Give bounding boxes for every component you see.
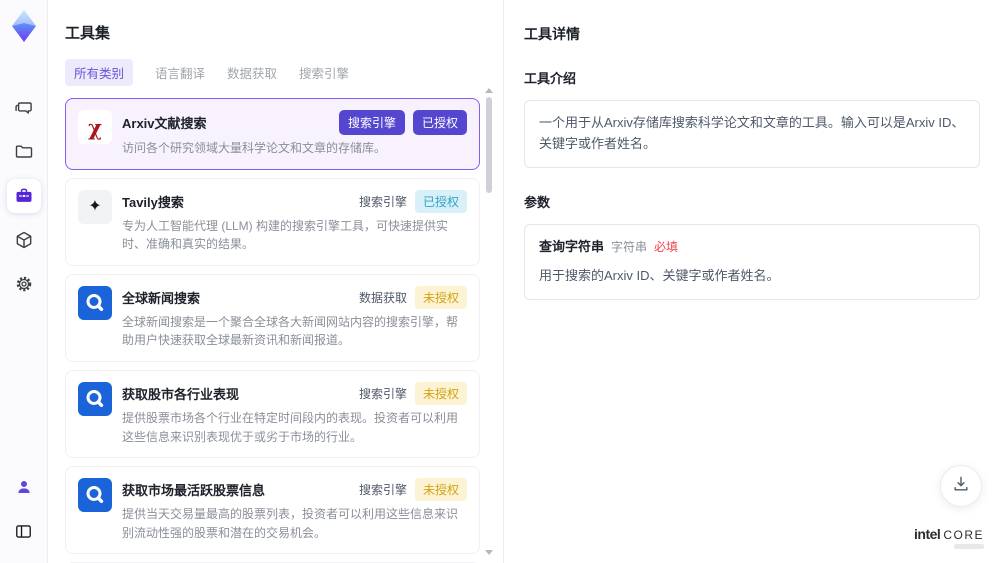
tool-card-body: Arxiv文献搜索 搜索引擎 已授权 访问各个研究领域大量科学论文和文章的存储库… — [122, 110, 467, 158]
toolbox-icon — [14, 186, 34, 206]
tool-card-body: 全球新闻搜索 数据获取 未授权 全球新闻搜索是一个聚合全球各大新闻网站内容的搜索… — [122, 285, 467, 350]
intro-heading: 工具介绍 — [524, 71, 577, 86]
news-search-icon — [86, 486, 104, 504]
tool-card[interactable]: χ Arxiv文献搜索 搜索引擎 已授权 访问各个研究领域大量科学论文和文章的存… — [65, 98, 480, 170]
param-desc: 用于搜索的Arxiv ID、关键字或作者姓名。 — [539, 268, 780, 284]
tool-icon — [78, 381, 112, 416]
scrollbar-thumb[interactable] — [486, 97, 492, 193]
core-wordmark: core — [943, 528, 984, 542]
tool-auth-badge: 已授权 — [414, 189, 467, 213]
tool-auth-badge: 未授权 — [414, 478, 467, 502]
tool-list-pane: 工具集 所有类别 语言翻译 数据获取 搜索引擎 χ Arxiv文献搜索 搜索引擎… — [48, 0, 503, 563]
app-logo-icon — [9, 8, 39, 44]
gear-icon — [14, 274, 34, 294]
tool-icon — [78, 478, 112, 513]
detail-title: 工具详情 — [524, 26, 580, 42]
tool-icon: ✦ — [78, 189, 112, 224]
tool-icon — [78, 285, 112, 320]
tool-icon: χ — [78, 110, 112, 144]
folder-icon — [14, 142, 34, 162]
sidebar-item-settings[interactable] — [7, 267, 41, 301]
params-heading: 参数 — [524, 194, 551, 210]
tool-card-body: 获取股市各行业表现 搜索引擎 未授权 提供股票市场各个行业在特定时间段内的表现。… — [122, 381, 467, 446]
param-name: 查询字符串 — [539, 238, 605, 254]
tool-name: 获取市场最活跃股票信息 — [122, 483, 266, 499]
tool-card[interactable]: 获取股市各行业表现 搜索引擎 未授权 提供股票市场各个行业在特定时间段内的表现。… — [65, 369, 480, 459]
app-window: 工具集 所有类别 语言翻译 数据获取 搜索引擎 χ Arxiv文献搜索 搜索引擎… — [0, 0, 1000, 563]
sidebar-item-collapse-panel[interactable] — [7, 514, 41, 548]
intel-core-logo: intel core — [914, 527, 984, 549]
arxiv-logo-icon: χ — [88, 114, 102, 140]
tool-desc: 专为人工智能代理 (LLM) 构建的搜索引擎工具，可快速提供实时、准确和真实的结… — [122, 218, 449, 252]
tool-desc: 提供当天交易量最高的股票列表，投资者可以利用这些信息来识别流动性强的股票和潜在的… — [122, 507, 459, 540]
tool-auth-badge: 未授权 — [414, 285, 467, 309]
tool-card[interactable]: 获取市场最活跃股票信息 搜索引擎 未授权 提供当天交易量最高的股票列表，投资者可… — [65, 466, 480, 555]
page-title: 工具集 — [65, 25, 111, 42]
param-required-badge: 必填 — [654, 239, 679, 254]
news-search-icon — [86, 293, 104, 311]
tool-desc: 提供股票市场各个行业在特定时间段内的表现。投资者可以利用这些信息来识别表现优于或… — [122, 410, 459, 444]
tool-card-list: χ Arxiv文献搜索 搜索引擎 已授权 访问各个研究领域大量科学论文和文章的存… — [65, 98, 480, 563]
tool-name: Arxiv文献搜索 — [122, 116, 207, 131]
scroll-up-arrow-icon[interactable] — [485, 88, 493, 93]
download-icon — [951, 474, 971, 499]
tool-card-body: Tavily搜索 搜索引擎 已授权 专为人工智能代理 (LLM) 构建的搜索引擎… — [122, 189, 467, 254]
tool-auth-badge: 已授权 — [412, 110, 467, 135]
tool-card-body: 获取市场最活跃股票信息 搜索引擎 未授权 提供当天交易量最高的股票列表，投资者可… — [122, 478, 467, 542]
sidebar-item-files[interactable] — [7, 135, 41, 169]
tool-desc: 全球新闻搜索是一个聚合全球各大新闻网站内容的搜索引擎，帮助用户快速获取全球最新资… — [122, 314, 459, 348]
sidebar-item-packages[interactable] — [7, 223, 41, 257]
sidebar-item-chat[interactable] — [7, 91, 41, 125]
tab-data-fetch[interactable]: 数据获取 — [227, 59, 277, 86]
sidebar-item-toolbox[interactable] — [6, 179, 41, 213]
user-avatar-icon — [15, 478, 33, 496]
param-type: 字符串 — [611, 239, 648, 254]
tool-category: 数据获取 — [358, 290, 407, 305]
tool-category: 搜索引擎 — [358, 386, 407, 401]
param-header: 查询字符串 字符串 必填 — [539, 237, 965, 258]
tool-category: 搜索引擎 — [358, 483, 407, 498]
sidebar — [0, 0, 48, 563]
tool-name: Tavily搜索 — [122, 194, 184, 210]
chat-icon — [14, 98, 34, 118]
scroll-down-arrow-icon[interactable] — [485, 550, 493, 555]
cube-icon — [14, 230, 34, 250]
tool-desc: 访问各个研究领域大量科学论文和文章的存储库。 — [122, 141, 387, 155]
tool-intro-box: 一个用于从Arxiv存储库搜索科学论文和文章的工具。输入可以是Arxiv ID、… — [524, 100, 980, 168]
intel-sub-badge — [954, 544, 984, 549]
tool-card[interactable]: ✦ Tavily搜索 搜索引擎 已授权 专为人工智能代理 (LLM) 构建的搜索… — [65, 177, 480, 266]
tab-search-engine[interactable]: 搜索引擎 — [299, 59, 349, 86]
panel-layout-icon — [14, 522, 33, 541]
tool-card[interactable]: 全球新闻搜索 数据获取 未授权 全球新闻搜索是一个聚合全球各大新闻网站内容的搜索… — [65, 273, 480, 362]
param-box: 查询字符串 字符串 必填 用于搜索的Arxiv ID、关键字或作者姓名。 — [524, 223, 980, 301]
sparkle-icon: ✦ — [88, 197, 102, 215]
tool-detail-pane: 工具详情 工具介绍 一个用于从Arxiv存储库搜索科学论文和文章的工具。输入可以… — [503, 0, 1000, 563]
news-search-icon — [86, 389, 104, 407]
tool-auth-badge: 未授权 — [414, 381, 467, 405]
tool-name: 全球新闻搜索 — [122, 290, 201, 306]
tool-category: 搜索引擎 — [358, 194, 407, 209]
intel-wordmark: intel — [914, 526, 941, 542]
tool-category: 搜索引擎 — [338, 110, 405, 135]
sidebar-item-account[interactable] — [7, 470, 41, 504]
tab-all-categories[interactable]: 所有类别 — [65, 59, 134, 86]
category-tabs: 所有类别 语言翻译 数据获取 搜索引擎 — [65, 59, 480, 86]
tab-language-translation[interactable]: 语言翻译 — [155, 59, 205, 86]
list-scrollbar[interactable] — [484, 88, 494, 555]
tool-name: 获取股市各行业表现 — [122, 386, 240, 402]
download-button[interactable] — [940, 465, 982, 507]
